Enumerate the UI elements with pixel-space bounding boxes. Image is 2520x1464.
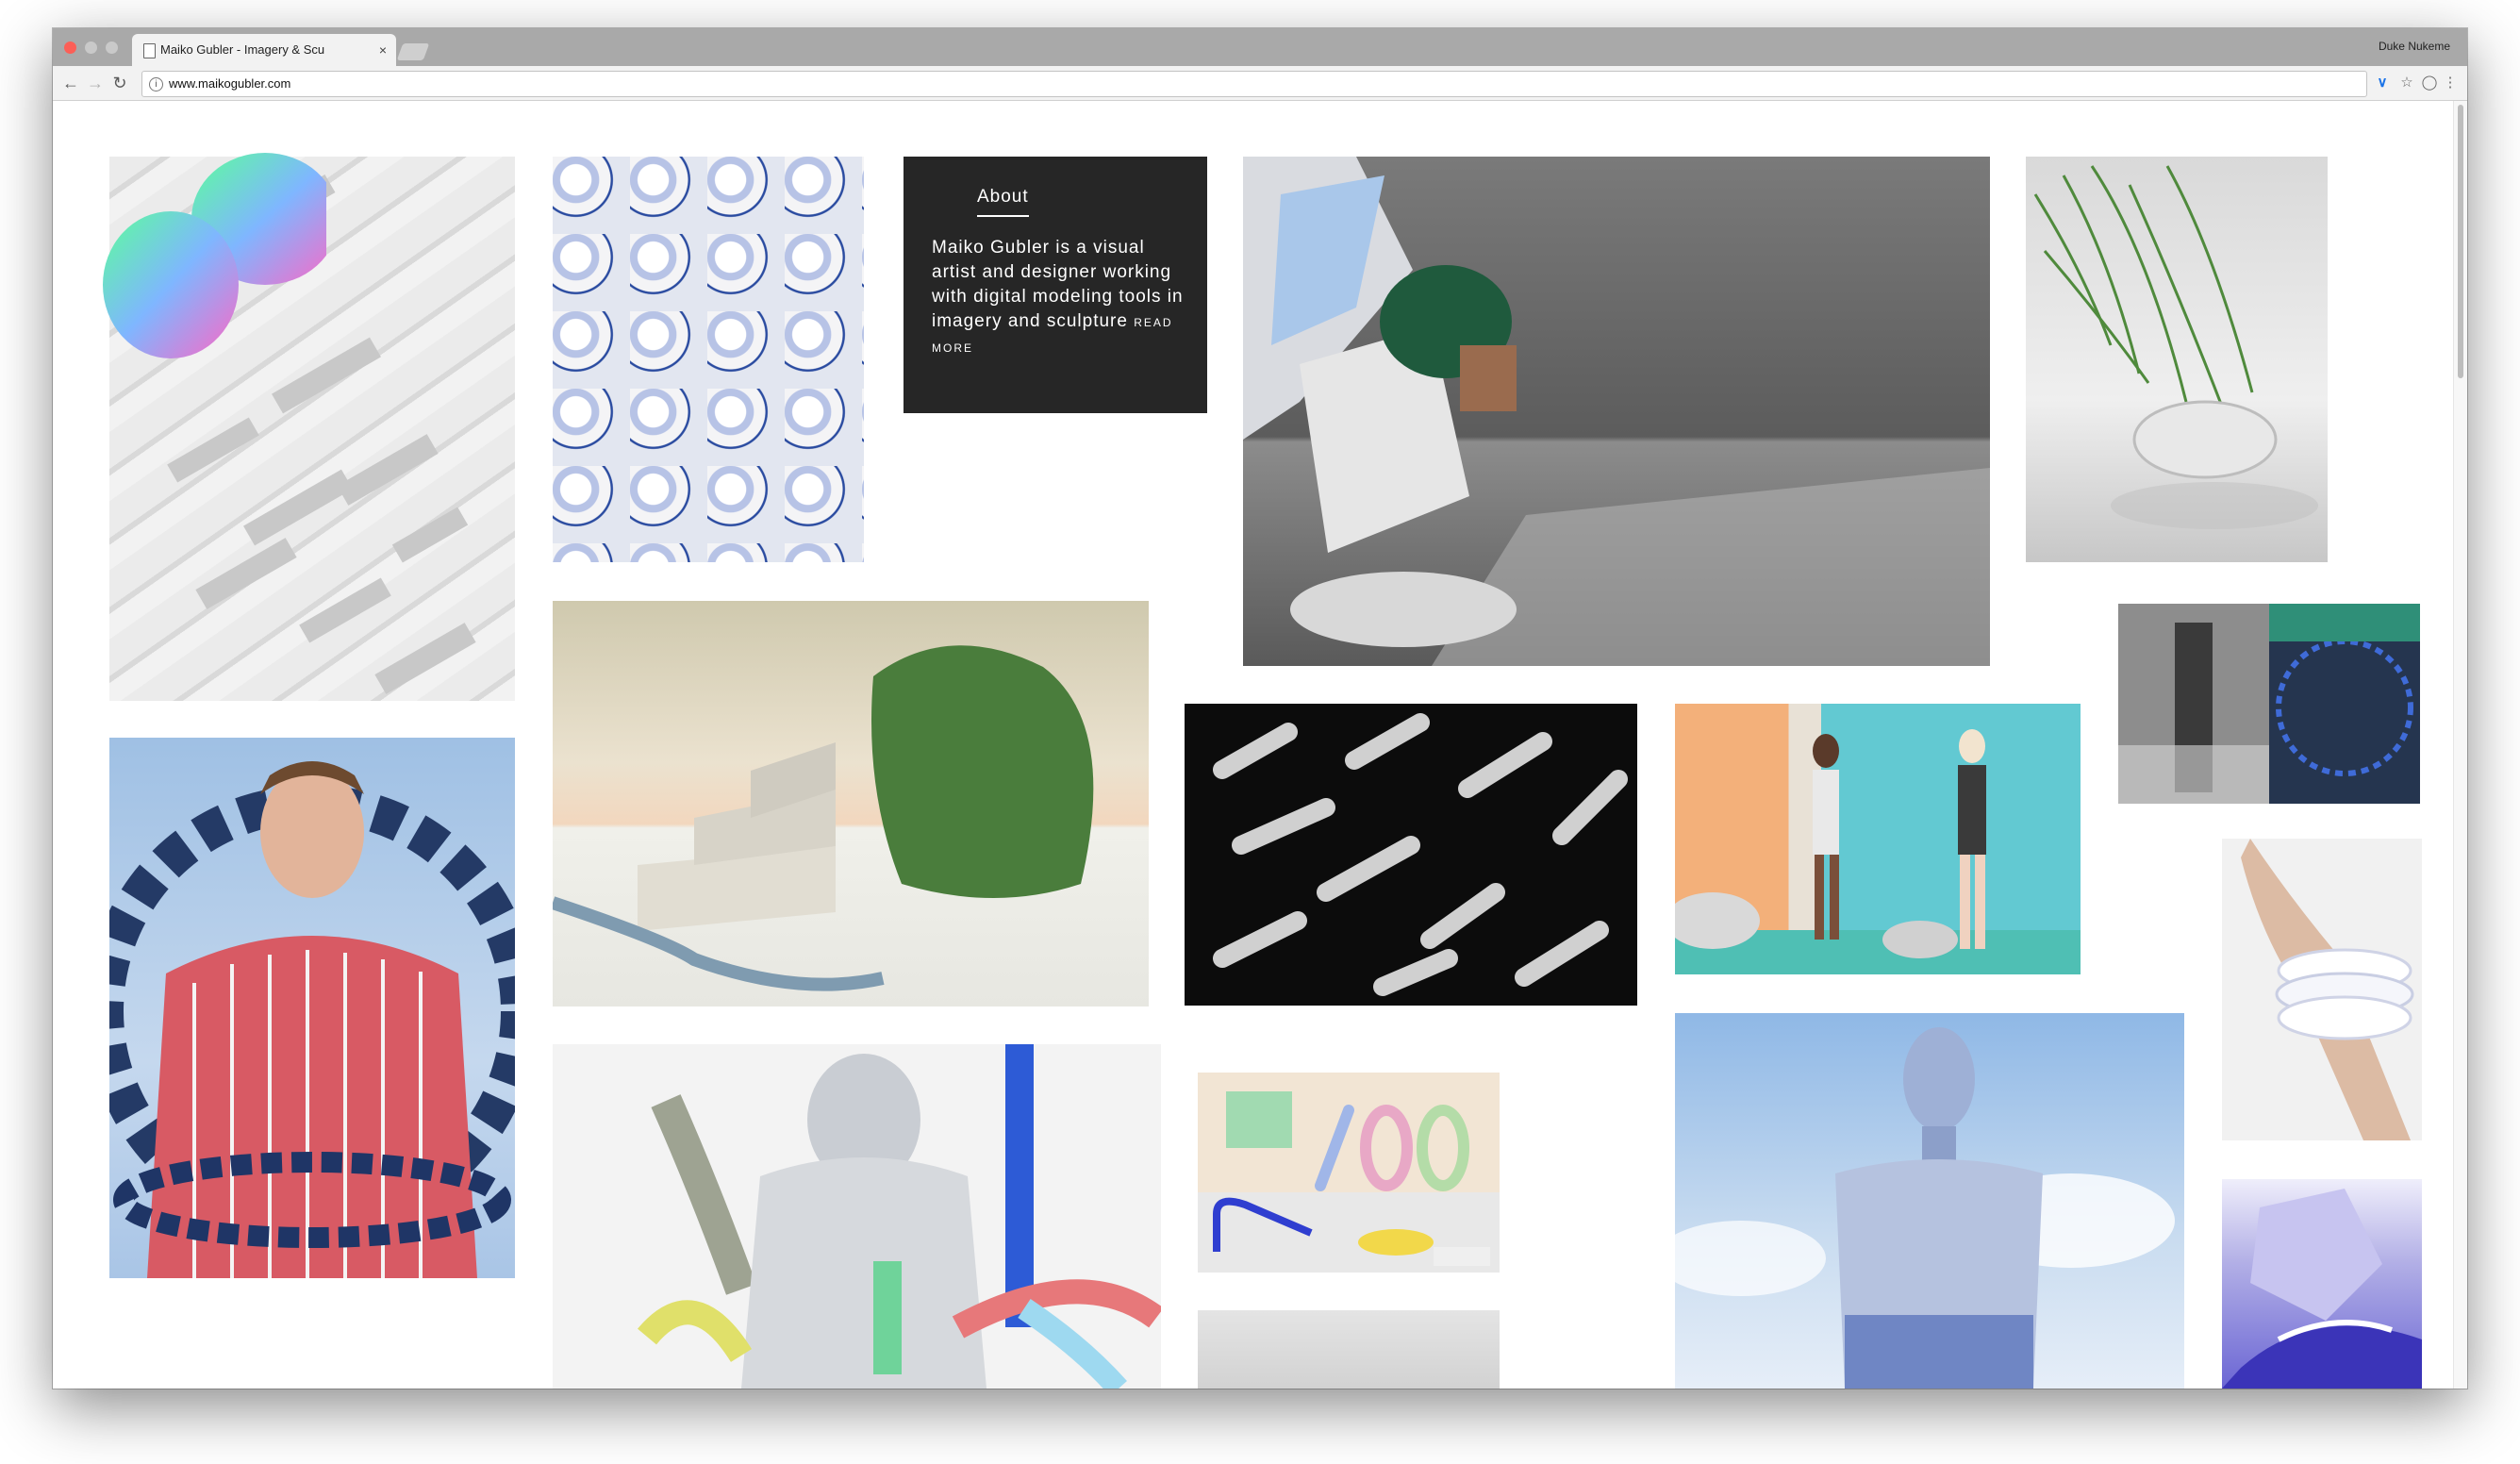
url-text: www.maikogubler.com bbox=[169, 76, 291, 91]
bookmark-star-icon[interactable]: ☆ bbox=[2397, 74, 2416, 92]
page-icon bbox=[143, 43, 156, 58]
gallery-item-moss-rock-stairs[interactable] bbox=[553, 601, 1149, 1006]
gallery-item-grass-disc-sculpture[interactable] bbox=[2026, 157, 2328, 562]
bracelet-image bbox=[2241, 839, 2414, 1140]
about-text: Maiko Gubler is a visual artist and desi… bbox=[932, 236, 1186, 360]
close-window-button[interactable] bbox=[64, 42, 76, 54]
gallery-item-chrome-man-sky[interactable] bbox=[1675, 1013, 2184, 1389]
minimize-window-button[interactable] bbox=[85, 42, 97, 54]
moss-stairs-image bbox=[553, 645, 1094, 991]
chrome-man-image bbox=[1675, 1027, 2175, 1389]
about-heading-link[interactable]: About bbox=[977, 187, 1029, 217]
gallery-item-blue-sculpture-hands[interactable] bbox=[2222, 1179, 2422, 1389]
gallery-item-blue-white-stones[interactable] bbox=[553, 157, 864, 562]
models-image bbox=[1675, 729, 2081, 974]
profile-name[interactable]: Duke Nukeme bbox=[2379, 40, 2450, 53]
pastel-letters-image bbox=[1213, 1091, 1490, 1266]
browser-window: Maiko Gubler - Imagery & Scu × Duke Nuke… bbox=[53, 28, 2467, 1389]
browser-tab[interactable]: Maiko Gubler - Imagery & Scu × bbox=[132, 34, 396, 66]
tab-strip: Maiko Gubler - Imagery & Scu × Duke Nuke… bbox=[53, 28, 2467, 66]
blue-sculpture-image bbox=[2222, 1189, 2422, 1389]
chrome-figure-image bbox=[638, 1044, 1161, 1389]
gallery-item-black-brush-strokes[interactable] bbox=[1185, 704, 1637, 1006]
page-viewport: About Maiko Gubler is a visual artist an… bbox=[53, 101, 2454, 1389]
browser-toolbar: ← → ↻ i www.maikogubler.com ∨ ☆ ◯ ⋮ bbox=[53, 66, 2467, 101]
about-card: About Maiko Gubler is a visual artist an… bbox=[904, 157, 1207, 413]
back-arrow-icon[interactable]: ← bbox=[60, 73, 81, 93]
info-icon[interactable]: i bbox=[149, 77, 163, 92]
page-scrollbar[interactable] bbox=[2453, 101, 2467, 1389]
gallery-item-swimsuit-models[interactable] bbox=[1675, 704, 2081, 974]
scrollbar-thumb[interactable] bbox=[2458, 105, 2463, 378]
shield-icon[interactable]: ◯ bbox=[2420, 74, 2439, 92]
gallery-item-chrome-figure-tubes[interactable] bbox=[553, 1044, 1161, 1389]
collage-image bbox=[2118, 604, 2420, 804]
gallery-item-grey-tile-bottom[interactable] bbox=[1198, 1310, 1500, 1389]
address-bar[interactable]: i www.maikogubler.com bbox=[141, 71, 2367, 97]
grass-disc-image bbox=[2033, 165, 2318, 529]
tab-close-icon[interactable]: × bbox=[379, 34, 387, 66]
brush-strokes-image bbox=[1213, 713, 1628, 996]
menu-icon[interactable]: ⋮ bbox=[2441, 74, 2460, 92]
logo-blob-icon[interactable] bbox=[81, 143, 326, 379]
forward-arrow-icon[interactable]: → bbox=[85, 73, 106, 93]
extension-icon[interactable]: ∨ bbox=[2373, 74, 2392, 92]
portrait-image bbox=[109, 761, 515, 1278]
gallery-item-white-bracelet-arm[interactable] bbox=[2222, 839, 2422, 1140]
new-tab-button[interactable] bbox=[396, 43, 430, 60]
gallery-item-monochrome-collage[interactable] bbox=[2118, 604, 2420, 804]
gallery-item-striped-shirt-portrait[interactable] bbox=[109, 738, 515, 1278]
gallery-item-pastel-letters[interactable] bbox=[1198, 1073, 1500, 1273]
gallery-item-grey-room-plant[interactable] bbox=[1243, 157, 1990, 666]
zoom-window-button[interactable] bbox=[106, 42, 118, 54]
tab-title: Maiko Gubler - Imagery & Scu bbox=[160, 42, 325, 57]
reload-icon[interactable]: ↻ bbox=[109, 73, 130, 93]
plant-scene-image bbox=[1243, 157, 1990, 666]
